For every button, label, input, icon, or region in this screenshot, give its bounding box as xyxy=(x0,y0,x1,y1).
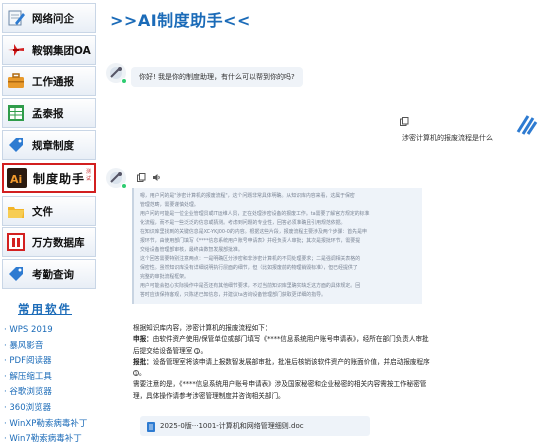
sidebar-item-label: 考勤查询 xyxy=(32,268,74,281)
sidebar-item-mengtai-news[interactable]: 孟泰报 xyxy=(2,98,96,128)
answer-intro: 根据知识库内容，涉密计算机的报废流程如下： xyxy=(133,324,272,332)
tag-icon xyxy=(6,264,26,284)
software-link-unzip-tool[interactable]: · 解压缩工具 xyxy=(4,370,87,386)
answer-note: 需要注意的是，《****信息系统用户账号申请表》涉及国家秘密和企业秘密的相关内容… xyxy=(133,380,427,400)
sidebar-item-wangluowenqi[interactable]: 网络问企 xyxy=(2,3,96,33)
sidebar-item-regulations[interactable]: 规章制度 xyxy=(2,130,96,160)
spreadsheet-icon xyxy=(6,103,26,123)
thinking-line: 完整的审批流程框架。 xyxy=(140,274,189,280)
notepad-pen-icon xyxy=(6,8,26,28)
thinking-line: 嗯，用户问的是"涉密计算机的报废流程"，这个问题非常具体明确。从知识库内容来看，… xyxy=(140,193,355,199)
answer-step-1: 申报：由软件资产使用/保管单位或部门填写《****信息系统用户账号申请表》，经所… xyxy=(133,335,429,355)
user-avatar xyxy=(514,112,538,136)
software-list: · WPS 2019 · 暴风影音 · PDF阅读器 · 解压缩工具 · 谷歌浏… xyxy=(4,323,87,448)
software-link-win7-patch[interactable]: · Win7勒索病毒补丁 xyxy=(4,432,87,448)
thinking-line: 这个回答需要特别注意两点：一是明确区分涉密和非涉密计算机的不同处理要求；二是强调… xyxy=(140,256,361,262)
thinking-line: 报环节，由使用部门填写《****信息系统用户账号申请表》并经负责人审批；其次是报… xyxy=(140,238,361,244)
sidebar-item-policy-assistant[interactable]: Ai 制度助手 测试 xyxy=(2,163,96,193)
thinking-line: 保密性。虽然知识库没有详细说明执行层面的细节，但（比如报废前的物理销毁标准），但… xyxy=(140,265,358,271)
user-question-message: 涉密计算机的报废流程是什么 xyxy=(402,134,493,142)
wanfang-logo-icon xyxy=(6,232,26,252)
answer-text: 根据知识库内容，涉密计算机的报废流程如下： 申报：由软件资产使用/保管单位或部门… xyxy=(133,323,433,402)
answer-toolbar xyxy=(136,172,161,182)
sidebar-item-label: 规章制度 xyxy=(32,139,74,152)
sidebar-item-label: 文件 xyxy=(32,205,53,218)
software-link-360-browser[interactable]: · 360浏览器 xyxy=(4,401,87,417)
sidebar-item-label: 孟泰报 xyxy=(32,107,64,120)
thinking-process-box: 嗯，用户问的是"涉密计算机的报废流程"，这个问题非常具体明确。从知识库内容来看，… xyxy=(132,188,422,304)
sidebar-item-label: 工作通报 xyxy=(32,75,74,88)
folder-icon xyxy=(6,201,26,221)
software-link-chrome[interactable]: · 谷歌浏览器 xyxy=(4,385,87,401)
thinking-line: 管理范畴，需要谨慎处理。 xyxy=(140,202,199,208)
thinking-line: 用户可能会担心实际操作中是否还有其他细节要求，不过当前知识库里确实缺乏这方面的具… xyxy=(140,283,361,289)
sidebar-item-wanfang-db[interactable]: 万方数据库 xyxy=(2,227,96,257)
sidebar-item-files[interactable]: 文件 xyxy=(2,196,96,226)
sidebar-item-attendance[interactable]: 考勤查询 xyxy=(2,259,96,289)
sidebar-item-label: 制度助手 xyxy=(33,171,86,186)
airplane-logo-icon xyxy=(6,40,26,60)
user-logo-icon xyxy=(516,115,538,135)
software-link-pdf-reader[interactable]: · PDF阅读器 xyxy=(4,354,87,370)
bot-avatar xyxy=(106,168,127,189)
document-icon xyxy=(147,417,155,436)
thinking-line: 用户问的可能是一位企业管理员或IT运维人员，正在处理涉密设备的报废工作。ta需要… xyxy=(140,211,370,217)
test-badge: 测试 xyxy=(86,169,92,182)
tag-icon xyxy=(6,135,26,155)
svg-text:Ai: Ai xyxy=(10,173,22,186)
online-status-dot xyxy=(121,78,127,84)
software-link-baofeng[interactable]: · 暴风影音 xyxy=(4,339,87,355)
chat-area: >>AI制度助手<< 你好! 我是你的制度助理，有什么可以帮到你的吗? 涉密计算… xyxy=(98,0,550,448)
page-title: >>AI制度助手<< xyxy=(110,11,251,30)
thinking-line: 答时应该保持客观，只陈述已知信息，并建议ta咨询设备管理部门获取更详细的指导。 xyxy=(140,292,326,298)
document-label: 2025-0版···1001-计算机和网络管理细则.doc xyxy=(160,422,304,430)
software-link-wps[interactable]: · WPS 2019 xyxy=(4,323,87,339)
bot-greeting-message: 你好! 我是你的制度助理，有什么可以帮到你的吗? xyxy=(131,67,303,87)
sidebar: 网络问企 鞍钢集团OA 工作通报 孟泰报 规章制度 Ai 制度助手 测试 文件 … xyxy=(0,0,98,448)
sidebar-item-label: 鞍钢集团OA xyxy=(32,44,91,57)
thinking-line: 化流程，而不是一些泛泛的信息或猜测。考虑到问题的专业性，回答必须准确且引用规范依… xyxy=(140,220,346,226)
answer-step-2: 报批：设备管理室将该申请上报数智发展部审批，批准后核销该软件资产的账面价值，并启… xyxy=(133,357,430,378)
sidebar-item-label: 网络问企 xyxy=(32,12,74,25)
reference-marker[interactable]: 1 xyxy=(194,347,201,354)
copy-icon[interactable] xyxy=(136,172,146,182)
briefcase-icon xyxy=(6,71,26,91)
sidebar-item-label: 万方数据库 xyxy=(32,236,85,249)
online-status-dot xyxy=(121,183,127,189)
ai-logo-icon: Ai xyxy=(7,168,27,188)
source-document-link[interactable]: 2025-0版···1001-计算机和网络管理细则.doc xyxy=(140,416,370,436)
reference-marker[interactable]: 1 xyxy=(133,370,139,377)
bot-avatar xyxy=(106,63,127,84)
copy-icon[interactable] xyxy=(398,115,410,127)
software-link-winxp-patch[interactable]: · WinXP勒索病毒补丁 xyxy=(4,417,87,433)
sidebar-item-angang-oa[interactable]: 鞍钢集团OA xyxy=(2,35,96,65)
thinking-line: 在知识库里找到的关键信息是XC-YKJ00-0的内容。根据这些片段，报废流程主要… xyxy=(140,229,367,235)
sidebar-item-work-report[interactable]: 工作通报 xyxy=(2,66,96,96)
thinking-line: 交给设备管理部审核，最终由数智发展部批准。 xyxy=(140,247,243,253)
common-software-title: 常用软件 xyxy=(18,302,72,316)
speaker-icon[interactable] xyxy=(151,172,161,182)
